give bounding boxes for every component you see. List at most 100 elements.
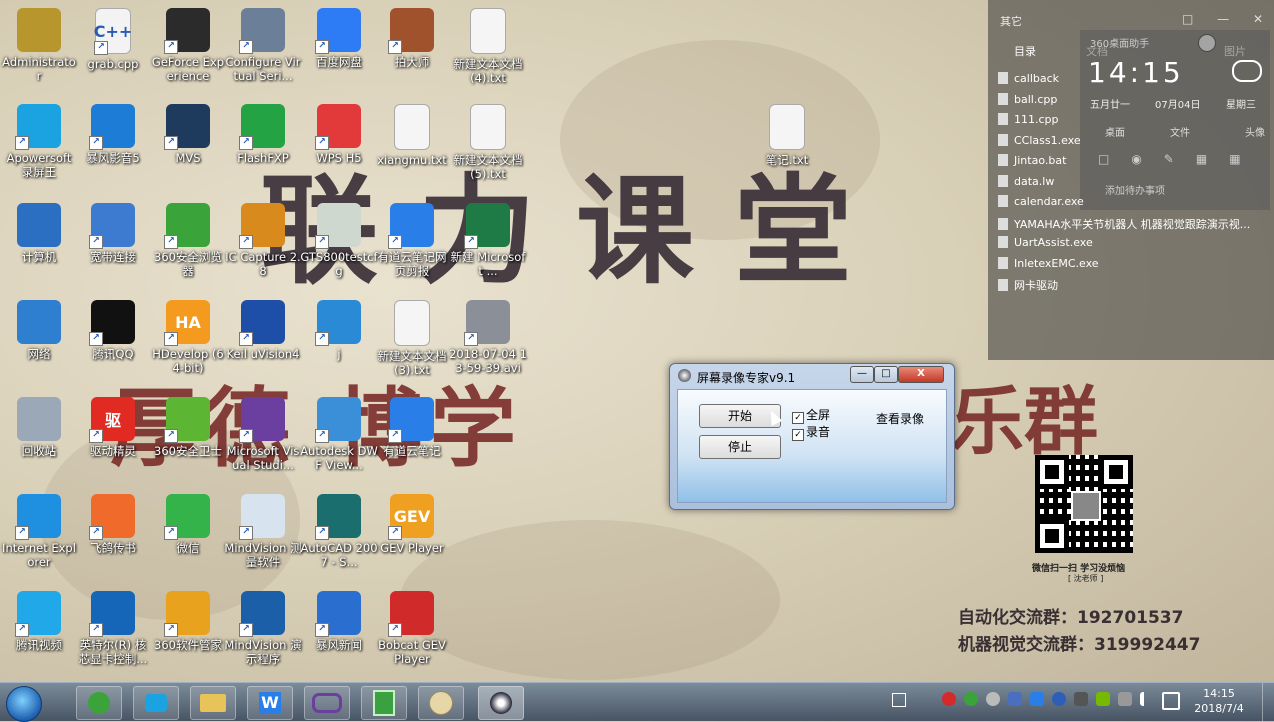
desktop-icon-label: 网络 xyxy=(27,347,51,361)
desktop-icon[interactable]: 驱 ↗ 驱动精灵 xyxy=(74,397,152,458)
show-desktop-button[interactable] xyxy=(1262,683,1274,721)
tray-expand-icon[interactable] xyxy=(892,693,906,707)
tab-directory[interactable]: 目录 xyxy=(1014,43,1036,59)
start-button[interactable] xyxy=(6,686,42,722)
desktop-icon[interactable]: ↗ 英特尔(R) 核芯显卡控制... xyxy=(74,591,152,666)
quick-avatar[interactable]: 头像 xyxy=(1245,124,1265,139)
desktop-icon[interactable]: ↗ 360安全卫士 xyxy=(149,397,227,458)
desktop-icon[interactable]: ↗ MVS xyxy=(149,104,227,165)
desktop-icon[interactable]: ↗ 腾讯QQ xyxy=(74,300,152,361)
recent-file-item[interactable]: 网卡驱动 xyxy=(998,277,1058,293)
tray-recorder-icon[interactable] xyxy=(942,692,956,706)
recent-file-item[interactable]: Jintao.bat xyxy=(998,154,1066,167)
tray-bluetooth-icon[interactable] xyxy=(1052,692,1066,706)
desktop-icon[interactable]: ↗ MindVision 测量软件 xyxy=(224,494,302,569)
desktop-icon[interactable]: ↗ 百度网盘 xyxy=(300,8,378,69)
taskbar-recorder[interactable] xyxy=(478,686,524,720)
desktop-icon[interactable]: 新建文本文档 (3).txt xyxy=(373,300,451,377)
panel-window-controls[interactable]: □ — ✕ xyxy=(1182,12,1273,26)
desktop-icon[interactable]: ↗ Bobcat GEV Player xyxy=(373,591,451,666)
taskbar-apowersoft[interactable] xyxy=(133,686,179,720)
desktop-icon[interactable]: ↗ Apowersoft 录屏王 xyxy=(0,104,78,179)
desktop-icon[interactable]: ↗ AutoCAD 2007 - S... xyxy=(300,494,378,569)
recent-file-item[interactable]: ball.cpp xyxy=(998,92,1057,106)
taskbar-clock[interactable]: 14:15 2018/7/4 xyxy=(1190,686,1248,716)
tray-signal-icon[interactable] xyxy=(1140,692,1158,706)
minimize-button[interactable]: — xyxy=(850,366,874,383)
tray-keyboard-icon[interactable] xyxy=(1074,692,1088,706)
desktop-icon[interactable]: 网络 xyxy=(0,300,78,361)
desktop-icon[interactable]: ↗ Internet Explorer xyxy=(0,494,78,569)
taskbar-paint[interactable] xyxy=(418,686,464,720)
tray-nvidia-icon[interactable] xyxy=(1096,692,1110,706)
desktop-icon[interactable]: ↗ GTS800testcfg xyxy=(300,203,378,278)
tray-vs-icon[interactable] xyxy=(1008,692,1022,706)
quick-tool-icons[interactable]: □◉✎▦▦ xyxy=(1098,152,1263,166)
desktop-icon[interactable]: 新建文本文档 (5).txt xyxy=(449,104,527,181)
desktop-icon[interactable]: ↗ FlashFXP xyxy=(224,104,302,165)
desktop-icon[interactable]: 笔记.txt xyxy=(748,104,826,167)
recent-file-item[interactable]: InletexEMC.exe xyxy=(998,256,1099,270)
desktop-icon[interactable]: ↗ 360软件管家 xyxy=(149,591,227,652)
desktop-icon[interactable]: ↗ 腾讯视频 xyxy=(0,591,78,652)
desktop-icon[interactable]: ↗ 宽带连接 xyxy=(74,203,152,264)
desktop-icon[interactable]: C++ ↗ grab.cpp xyxy=(74,8,152,71)
desktop-icon[interactable]: Administrator xyxy=(0,8,78,83)
desktop-icon[interactable]: 计算机 xyxy=(0,203,78,264)
desktop-icon[interactable]: ↗ Microsoft Visual Studi... xyxy=(224,397,302,472)
desktop-icon[interactable]: ↗ 暴风影音5 xyxy=(74,104,152,165)
desktop-icon[interactable]: ↗ Keil uVision4 xyxy=(224,300,302,361)
recent-file-item[interactable]: YAMAHA水平关节机器人 机器视觉跟踪演示视... xyxy=(998,216,1250,232)
desktop-icon[interactable]: ↗ Configure Virtual Seri... xyxy=(224,8,302,83)
view-recordings-link[interactable]: 查看录像 xyxy=(876,410,924,427)
taskbar-notepad[interactable] xyxy=(361,686,407,720)
tray-360-icon[interactable] xyxy=(964,692,978,706)
measure-icon: ↗ xyxy=(239,494,285,540)
desktop-icon[interactable]: HA ↗ HDevelop (64-bit) xyxy=(149,300,227,375)
close-button[interactable]: X xyxy=(898,366,944,383)
desktop-icon[interactable]: ↗ GeForce Experience xyxy=(149,8,227,83)
wps-writer-icon: W xyxy=(259,692,281,714)
desktop-icon[interactable]: ↗ 拍大师 xyxy=(373,8,451,69)
tray-device-icon[interactable] xyxy=(1118,692,1132,706)
fullscreen-checkbox[interactable]: ✓ 全屏 xyxy=(792,406,830,424)
desktop-icon[interactable]: ↗ 有道云笔记 xyxy=(373,397,451,458)
quick-desktop[interactable]: 桌面 xyxy=(1105,124,1125,139)
taskbar-wps[interactable]: W xyxy=(247,686,293,720)
recent-file-item[interactable]: UartAssist.exe xyxy=(998,236,1093,249)
desktop-icon[interactable]: ↗ 360安全浏览器 xyxy=(149,203,227,278)
quick-files[interactable]: 文件 xyxy=(1170,124,1190,139)
desktop-icon[interactable]: ↗ 飞鸽传书 xyxy=(74,494,152,555)
desktop-icon[interactable]: ↗ MindVision 演示程序 xyxy=(224,591,302,666)
tray-network-icon[interactable] xyxy=(1030,692,1044,706)
recent-file-item[interactable]: CClass1.exe xyxy=(998,133,1081,147)
desktop-icon[interactable]: ↗ 有道云笔记网页剪报 xyxy=(373,203,451,278)
taskbar-360browser[interactable] xyxy=(76,686,122,720)
desktop-icon[interactable]: GEV ↗ GEV Player xyxy=(373,494,451,555)
desktop-icon[interactable]: ↗ 新建 Microsoft ... xyxy=(449,203,527,278)
desktop-icon[interactable]: ↗ WPS H5 xyxy=(300,104,378,165)
desktop-icon[interactable]: ↗ j xyxy=(300,300,378,361)
desktop-icon[interactable]: ↗ Autodesk DWF View... xyxy=(300,397,378,472)
taskbar-explorer[interactable] xyxy=(190,686,236,720)
tray-volume-icon[interactable] xyxy=(1162,692,1180,710)
recent-file-item[interactable]: callback xyxy=(998,72,1059,85)
stop-button[interactable]: 停止 xyxy=(699,435,781,459)
desktop-icon-label: Autodesk DWF View... xyxy=(300,444,378,472)
desktop-icon[interactable]: 新建文本文档 (4).txt xyxy=(449,8,527,85)
recent-file-item[interactable]: calendar.exe xyxy=(998,195,1084,208)
desktop-icon[interactable]: ↗ 2018-07-04 13-59-39.avi xyxy=(449,300,527,375)
record-audio-checkbox[interactable]: ✓ 录音 xyxy=(792,423,830,441)
add-todo[interactable]: 添加待办事项 xyxy=(1105,182,1165,197)
tray-app-icon[interactable] xyxy=(986,692,1000,706)
recent-file-item[interactable]: data.lw xyxy=(998,174,1054,188)
desktop-icon[interactable]: ↗ IC Capture 2.8 xyxy=(224,203,302,278)
desktop-icon[interactable]: 回收站 xyxy=(0,397,78,458)
recent-file-item[interactable]: 111.cpp xyxy=(998,113,1059,126)
maximize-button[interactable]: □ xyxy=(874,366,898,383)
desktop-icon[interactable]: ↗ 暴风新闻 xyxy=(300,591,378,652)
nvidia-icon: ↗ xyxy=(164,8,210,54)
taskbar-visualstudio[interactable] xyxy=(304,686,350,720)
desktop-icon[interactable]: ↗ 微信 xyxy=(149,494,227,555)
desktop-icon[interactable]: xiangmu.txt xyxy=(373,104,451,167)
